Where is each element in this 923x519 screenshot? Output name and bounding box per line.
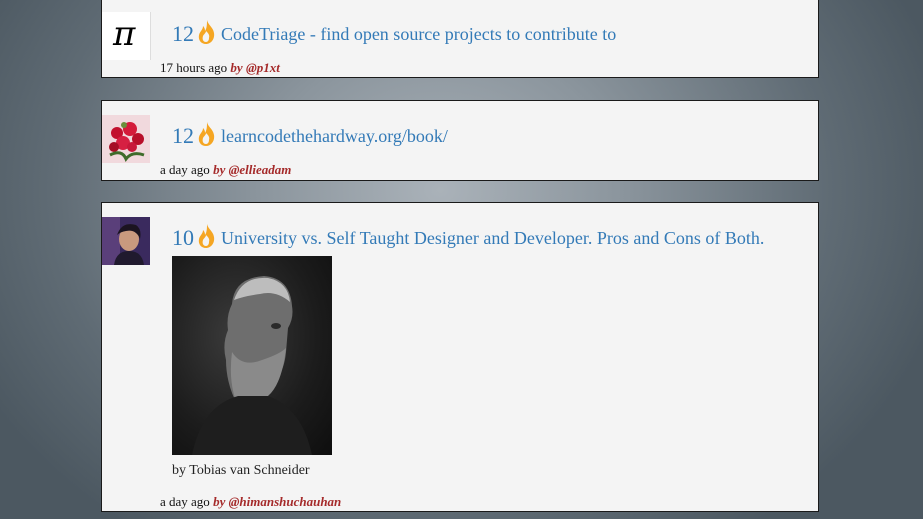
person-avatar-icon: [102, 217, 150, 265]
post-card: π 12 CodeTriage - find open source proje…: [101, 0, 819, 78]
post-headline: 10 University vs. Self Taught Designer a…: [172, 223, 764, 249]
image-caption: by Tobias van Schneider: [172, 463, 310, 478]
author-avatar[interactable]: π: [102, 12, 151, 60]
post-author-link[interactable]: by @p1xt: [230, 60, 279, 75]
post-meta: 17 hours ago by @p1xt: [160, 60, 280, 76]
post-meta: a day ago by @himanshuchauhan: [160, 494, 341, 510]
post-title-link[interactable]: CodeTriage - find open source projects t…: [221, 23, 616, 45]
post-timestamp: 17 hours ago: [160, 60, 228, 75]
post-score: 12: [172, 123, 194, 148]
author-avatar[interactable]: [102, 217, 150, 265]
post-timestamp: a day ago: [160, 494, 210, 509]
post-author-link[interactable]: by @himanshuchauhan: [213, 494, 341, 509]
post-card: 10 University vs. Self Taught Designer a…: [101, 202, 819, 512]
post-card: 12 learncodethehardway.org/book/ a day a…: [101, 100, 819, 181]
flowers-avatar-icon: [102, 115, 150, 163]
post-headline: 12 learncodethehardway.org/book/: [172, 121, 448, 147]
flame-icon: [198, 20, 215, 44]
post-timestamp: a day ago: [160, 162, 210, 177]
bearded-man-portrait-icon: [192, 276, 312, 455]
post-title-link[interactable]: learncodethehardway.org/book/: [221, 125, 448, 147]
post-meta: a day ago by @ellieadam: [160, 162, 291, 178]
post-author-link[interactable]: by @ellieadam: [213, 162, 291, 177]
flame-icon: [198, 224, 215, 248]
flame-icon: [198, 122, 215, 146]
author-avatar[interactable]: [102, 115, 150, 163]
post-score: 12: [172, 21, 194, 46]
post-score: 10: [172, 225, 194, 250]
post-thumbnail-image[interactable]: [172, 256, 332, 455]
post-title-link[interactable]: University vs. Self Taught Designer and …: [221, 227, 764, 249]
pi-symbol-icon: π: [113, 14, 136, 54]
post-headline: 12 CodeTriage - find open source project…: [172, 19, 616, 45]
